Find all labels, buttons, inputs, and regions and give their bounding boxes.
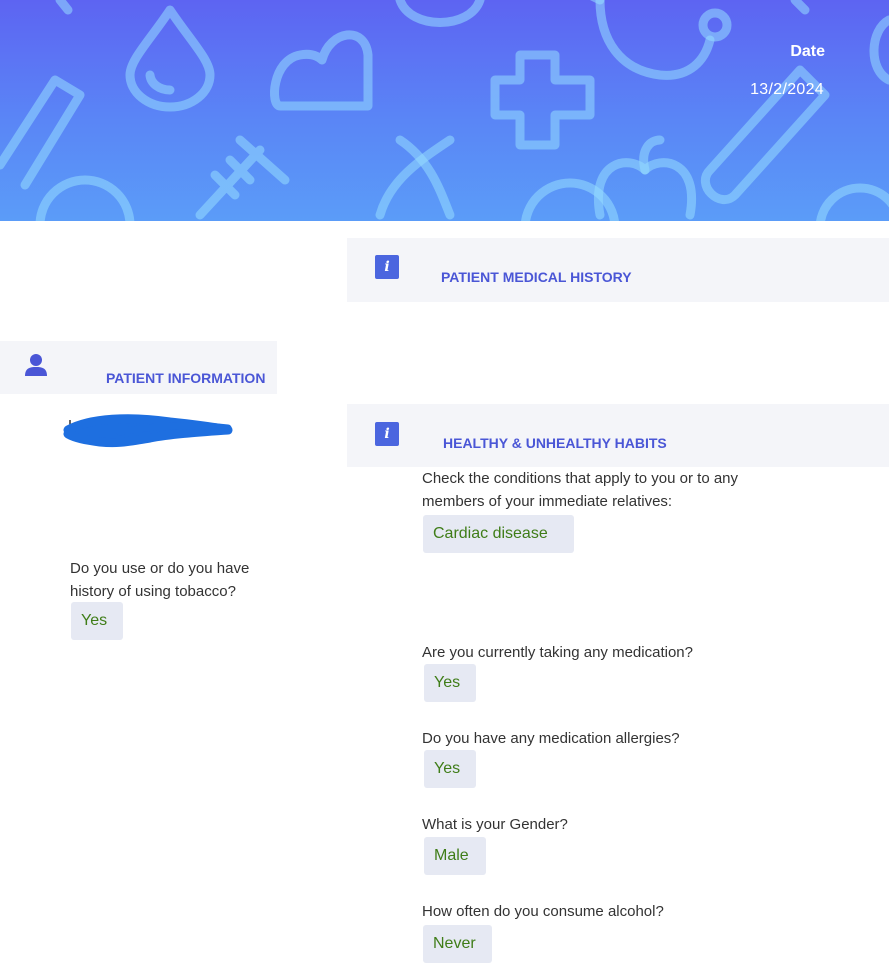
medical-pattern-background [0,0,889,221]
tobacco-answer: Yes [71,602,123,640]
person-icon [25,354,47,376]
section-title: PATIENT MEDICAL HISTORY [441,269,632,285]
section-habits: i HEALTHY & UNHEALTHY HABITS [347,404,889,467]
alcohol-answer: Never [423,925,492,963]
medication-answer: Yes [424,664,476,702]
redacted-name-scribble [63,414,233,448]
allergies-question: Do you have any medication allergies? [422,730,680,747]
section-title: HEALTHY & UNHEALTHY HABITS [443,435,667,451]
conditions-question: Check the conditions that apply to you o… [422,470,739,510]
medication-question: Are you currently taking any medication? [422,644,693,661]
section-medical-history: i PATIENT MEDICAL HISTORY [347,238,889,302]
conditions-answer: Cardiac disease [423,515,574,553]
section-title: PATIENT INFORMATION [106,370,266,386]
date-label: Date [790,43,825,60]
tobacco-question: Do you use or do you have history of usi… [70,560,250,600]
info-icon: i [375,422,399,446]
date-value: 13/2/2024 [750,81,824,98]
gender-answer: Male [424,837,486,875]
allergies-answer: Yes [424,750,476,788]
gender-question: What is your Gender? [422,816,568,833]
section-patient-information: PATIENT INFORMATION [0,341,277,394]
header-banner: Date 13/2/2024 [0,0,889,221]
info-icon: i [375,255,399,279]
alcohol-question: How often do you consume alcohol? [422,903,664,920]
